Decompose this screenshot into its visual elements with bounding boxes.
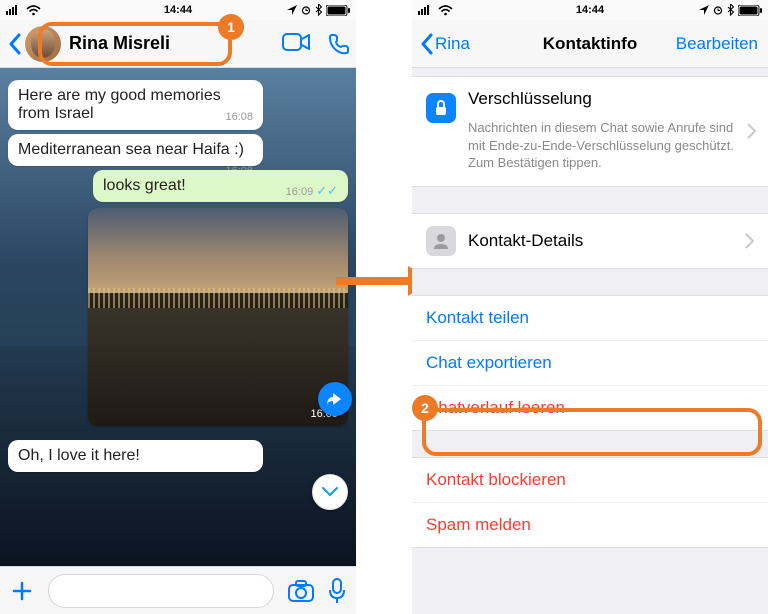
bluetooth-icon (315, 4, 322, 16)
encryption-subtitle: Nachrichten in diesem Chat sowie Anrufe … (468, 119, 754, 172)
voice-call-icon[interactable] (328, 33, 350, 55)
wifi-icon (438, 5, 453, 16)
contact-icon (426, 226, 456, 256)
status-bar: 14:44 (412, 0, 768, 20)
chevron-down-icon (321, 486, 339, 498)
clear-chat-row[interactable]: Chatverlauf leeren (412, 385, 768, 430)
battery-icon (326, 5, 350, 16)
contact-details-section: Kontakt-Details (412, 213, 768, 269)
callout-2-badge: 2 (412, 395, 438, 421)
video-call-icon[interactable] (282, 33, 310, 51)
report-spam-row[interactable]: Spam melden (412, 502, 768, 547)
message-time: 16:08 (225, 111, 253, 123)
contact-details-row[interactable]: Kontakt-Details (412, 214, 768, 268)
chevron-left-icon (8, 33, 21, 55)
message-time: 16:09✓✓ (286, 183, 338, 199)
camera-icon[interactable] (288, 580, 314, 602)
location-icon (699, 5, 709, 15)
edit-button[interactable]: Bearbeiten (676, 34, 758, 54)
read-ticks-icon: ✓✓ (316, 183, 338, 198)
status-time: 14:44 (164, 4, 192, 16)
incoming-message[interactable]: Here are my good memories from Israel 16… (8, 80, 263, 130)
chevron-right-icon (747, 123, 756, 139)
chat-input-bar (0, 566, 356, 614)
message-text: Mediterranea﻿n sea near Haifa :) (18, 141, 244, 158)
callout-1-badge: 1 (218, 14, 244, 40)
status-bar: 14:44 (0, 0, 356, 20)
row-label: Spam melden (426, 515, 531, 535)
incoming-message[interactable]: Oh, I love it here! (8, 440, 263, 472)
chat-actions-section: Kontakt teilen Chat exportieren Chatverl… (412, 295, 768, 431)
mic-icon[interactable] (328, 578, 346, 604)
bluetooth-icon (727, 4, 734, 16)
back-label: Rina (435, 34, 470, 54)
outgoing-message[interactable]: looks great! 16:09✓✓ (93, 170, 348, 202)
message-input[interactable] (48, 574, 274, 608)
location-icon (287, 5, 297, 15)
chevron-left-icon (420, 33, 433, 55)
contact-name: Rina Misreli (69, 33, 170, 54)
page-title: Kontaktinfo (543, 34, 637, 54)
chat-scroll[interactable]: Here are my good memories from Israel 16… (0, 68, 356, 566)
encryption-title: Verschlüsselung (412, 77, 768, 109)
row-label: Chatverlauf leeren (426, 398, 565, 418)
forward-button[interactable] (318, 382, 352, 416)
row-label: Kontakt-Details (468, 231, 583, 251)
danger-actions-section: Kontakt blockieren Spam melden (412, 457, 768, 548)
back-button[interactable] (8, 33, 21, 55)
alarm-icon (301, 5, 311, 15)
avatar (25, 26, 61, 62)
signal-icon (418, 5, 434, 15)
back-button[interactable]: Rina (420, 33, 470, 55)
wifi-icon (26, 5, 41, 16)
scroll-to-bottom-button[interactable] (312, 474, 348, 510)
chat-screen: 14:44 Rina Misreli 1 Here are my good me… (0, 0, 356, 614)
message-text: looks great! (103, 177, 186, 194)
export-chat-row[interactable]: Chat exportieren (412, 340, 768, 385)
chevron-right-icon (745, 233, 754, 249)
row-label: Chat exportieren (426, 353, 552, 373)
encryption-row[interactable]: Verschlüsselung Nachrichten in diesem Ch… (412, 76, 768, 187)
battery-icon (738, 5, 762, 16)
row-label: Kontakt teilen (426, 308, 529, 328)
chat-contact-header[interactable]: Rina Misreli (25, 26, 170, 62)
contact-info-screen: 14:44 Rina Kontaktinfo Bearbeiten Versch… (412, 0, 768, 614)
alarm-icon (713, 5, 723, 15)
info-navbar: Rina Kontaktinfo Bearbeiten (412, 20, 768, 68)
share-contact-row[interactable]: Kontakt teilen (412, 296, 768, 340)
row-label: Kontakt blockieren (426, 470, 566, 490)
chat-navbar: Rina Misreli (0, 20, 356, 68)
add-button[interactable] (10, 579, 34, 603)
incoming-message[interactable]: Mediterranea﻿n sea near Haifa :) 16:08 (8, 134, 263, 166)
lock-icon (426, 93, 456, 123)
media-message[interactable]: 16:09 (88, 208, 348, 426)
forward-icon (326, 391, 344, 407)
message-text: Oh, I love it here! (18, 447, 140, 464)
status-time: 14:44 (576, 4, 604, 16)
block-contact-row[interactable]: Kontakt blockieren (412, 458, 768, 502)
message-text: Here are my good memories from Israel (18, 87, 221, 122)
signal-icon (6, 5, 22, 15)
